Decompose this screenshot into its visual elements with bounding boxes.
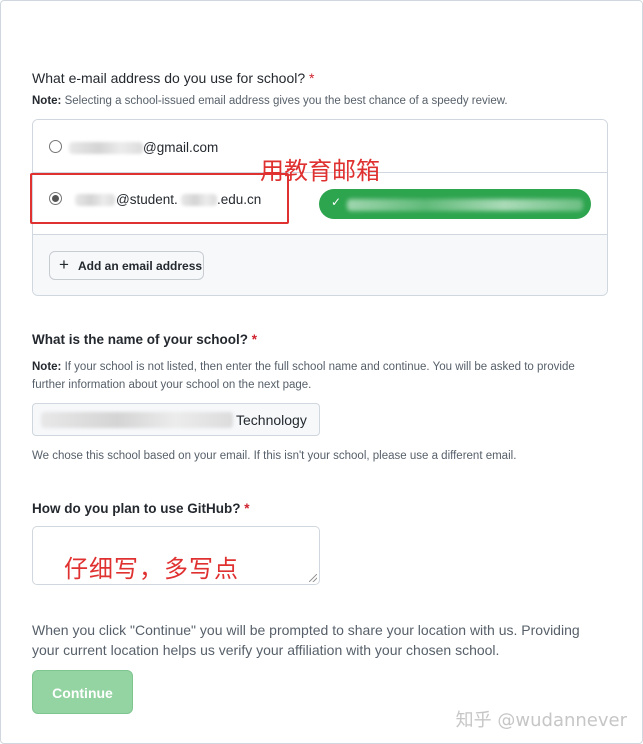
email-note-text: Selecting a school-issued email address … xyxy=(61,95,508,107)
school-question: What is the name of your school? * xyxy=(32,332,257,347)
add-email-label: Add an email address xyxy=(78,259,203,273)
plus-icon: + xyxy=(59,255,69,274)
redacted-badge-text xyxy=(347,199,583,211)
verified-badge: ✓ xyxy=(319,189,591,219)
note-prefix: Note: xyxy=(32,95,62,107)
school-note: Note: If your school is not listed, then… xyxy=(32,358,575,376)
resize-handle-icon[interactable] xyxy=(309,574,317,582)
redacted-username xyxy=(69,142,143,154)
usage-textarea[interactable]: 仔细写，多写点 xyxy=(32,526,320,585)
email-question-text: What e-mail address do you use for schoo… xyxy=(32,70,306,86)
usage-question-text: How do you plan to use GitHub? xyxy=(32,501,241,516)
continue-label: Continue xyxy=(52,685,113,701)
school-note-line1: If your school is not listed, then enter… xyxy=(61,361,575,373)
email-question: What e-mail address do you use for schoo… xyxy=(32,70,314,86)
radio-gmail[interactable] xyxy=(49,140,62,153)
email-note: Note: Selecting a school-issued email ad… xyxy=(32,92,508,110)
continue-button[interactable]: Continue xyxy=(32,670,133,714)
school-note-line2: further information about your school on… xyxy=(32,379,312,391)
email-gmail-text: @gmail.com xyxy=(143,140,219,155)
school-name-value: Technology xyxy=(236,412,307,428)
usage-question: How do you plan to use GitHub? * xyxy=(32,501,250,516)
add-email-button[interactable]: + Add an email address xyxy=(49,251,204,280)
redacted-school-name xyxy=(41,412,233,428)
required-mark: * xyxy=(244,501,250,516)
location-text-line1: When you click "Continue" you will be pr… xyxy=(32,622,580,638)
school-hint: We chose this school based on your email… xyxy=(32,450,517,462)
annotation-highlight-box xyxy=(30,173,289,224)
watermark: 知乎 @wudannever xyxy=(455,710,627,731)
required-mark: * xyxy=(251,332,258,347)
school-name-input[interactable]: Technology xyxy=(32,403,320,436)
note-prefix: Note: xyxy=(32,361,62,373)
add-email-row: + Add an email address xyxy=(33,235,607,295)
annotation-note: 用教育邮箱 xyxy=(260,157,380,185)
required-mark: * xyxy=(309,70,315,86)
check-icon: ✓ xyxy=(331,195,342,209)
usage-textarea-value: 仔细写，多写点 xyxy=(64,555,239,583)
school-question-text: What is the name of your school? xyxy=(32,332,249,347)
location-text-line2: your current location helps us verify yo… xyxy=(32,642,500,658)
